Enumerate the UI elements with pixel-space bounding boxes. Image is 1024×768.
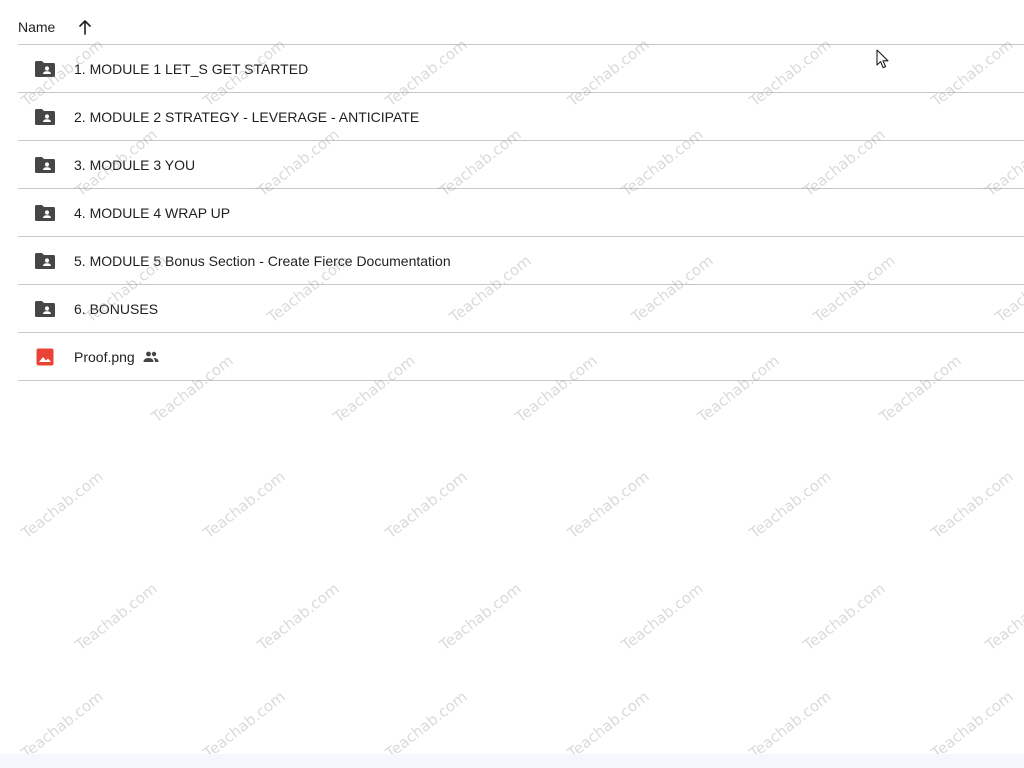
watermark: Teachab.com [436,579,525,655]
list-header: Name [18,10,1024,45]
shared-folder-icon [34,203,56,223]
watermark: Teachab.com [564,467,653,543]
watermark: Teachab.com [382,687,471,763]
file-row-module-2[interactable]: 2. MODULE 2 STRATEGY - LEVERAGE - ANTICI… [18,93,1024,141]
mouse-cursor-icon [876,49,889,69]
file-row-module-3[interactable]: 3. MODULE 3 YOU [18,141,1024,189]
file-name: 1. MODULE 1 LET_S GET STARTED [74,60,309,77]
file-name: 5. MODULE 5 Bonus Section - Create Fierc… [74,252,451,269]
name-column-header[interactable]: Name [18,19,55,35]
shared-folder-icon [34,107,56,127]
file-row-bonuses[interactable]: 6. BONUSES [18,285,1024,333]
shared-folder-icon [34,59,56,79]
watermark: Teachab.com [72,579,161,655]
image-file-icon [34,347,56,367]
file-row-module-4[interactable]: 4. MODULE 4 WRAP UP [18,189,1024,237]
arrow-up-icon [79,20,92,35]
shared-folder-icon [34,155,56,175]
watermark: Teachab.com [928,687,1017,763]
watermark: Teachab.com [800,579,889,655]
watermark: Teachab.com [564,687,653,763]
watermark: Teachab.com [382,467,471,543]
watermark: Teachab.com [18,467,107,543]
watermark: Teachab.com [18,687,107,763]
file-name: 3. MODULE 3 YOU [74,156,196,173]
watermark: Teachab.com [200,467,289,543]
file-row-module-5[interactable]: 5. MODULE 5 Bonus Section - Create Fierc… [18,237,1024,285]
file-name: Proof.png [74,348,135,365]
file-list: 1. MODULE 1 LET_S GET STARTED 2. MODULE … [18,45,1024,381]
shared-folder-icon [34,251,56,271]
file-row-module-1[interactable]: 1. MODULE 1 LET_S GET STARTED [18,45,1024,93]
watermark: Teachab.com [982,579,1024,655]
file-name: 6. BONUSES [74,300,159,317]
people-icon [143,349,159,365]
sort-ascending-button[interactable] [75,17,95,37]
watermark: Teachab.com [746,467,835,543]
shared-folder-icon [34,299,56,319]
watermark: Teachab.com [618,579,707,655]
drive-file-list-page: Name 1. MODULE 1 LET_S GET STARTED 2. MO… [0,0,1024,768]
file-name: 2. MODULE 2 STRATEGY - LEVERAGE - ANTICI… [74,108,420,125]
watermark: Teachab.com [746,687,835,763]
bottom-strip [0,754,1024,768]
watermark: Teachab.com [200,687,289,763]
file-row-proof-png[interactable]: Proof.png [18,333,1024,381]
file-name: 4. MODULE 4 WRAP UP [74,204,231,221]
watermark: Teachab.com [254,579,343,655]
watermark: Teachab.com [928,467,1017,543]
